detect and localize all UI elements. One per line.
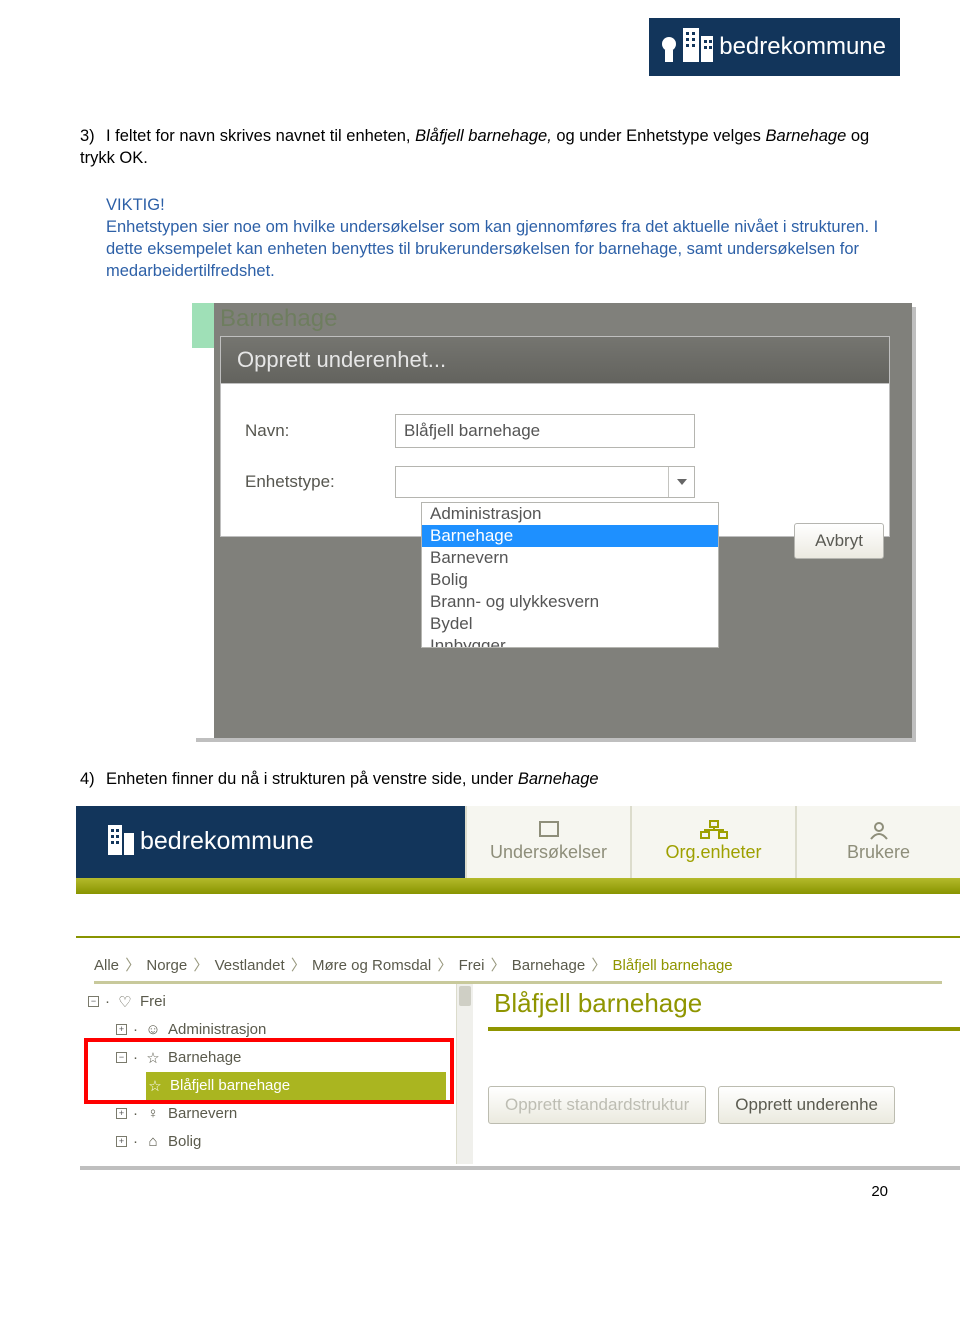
navn-input[interactable]: Blåfjell barnehage bbox=[395, 414, 695, 448]
type-label: Enhetstype: bbox=[245, 472, 395, 492]
crumb-current: Blåfjell barnehage bbox=[613, 957, 733, 974]
instruction-4: 4)Enheten finner du nå i strukturen på v… bbox=[80, 768, 880, 790]
collapse-icon[interactable]: − bbox=[88, 996, 99, 1007]
screenshot-org-structure: bedrekommune Undersøkelser Org.enheter bbox=[76, 806, 960, 1166]
document-icon bbox=[534, 820, 564, 840]
detail-panel: Blåfjell barnehage bbox=[488, 984, 960, 1031]
brand-area: bedrekommune bbox=[76, 806, 465, 878]
app-header: bedrekommune Undersøkelser Org.enheter bbox=[76, 806, 960, 878]
screenshot-edge bbox=[192, 303, 214, 738]
tab-surveys[interactable]: Undersøkelser bbox=[465, 806, 630, 878]
crumb[interactable]: Alle bbox=[94, 957, 119, 974]
user-icon bbox=[864, 820, 894, 840]
breadcrumb: Alle 〉 Norge 〉 Vestlandet 〉 Møre og Roms… bbox=[94, 954, 942, 984]
option-bolig[interactable]: Bolig bbox=[422, 569, 718, 591]
type-select[interactable] bbox=[395, 466, 695, 498]
org-tree: − · ♡ Frei +· ☺ Administrasjon −· ☆ Barn… bbox=[88, 988, 446, 1156]
option-brann[interactable]: Brann- og ulykkesvern bbox=[422, 591, 718, 613]
page-number: 20 bbox=[871, 1183, 888, 1200]
tab-org[interactable]: Org.enheter bbox=[630, 806, 795, 878]
brand-text: bedrekommune bbox=[719, 33, 886, 61]
divider bbox=[76, 936, 960, 938]
tree-item-selected[interactable]: ☆ Blåfjell barnehage bbox=[146, 1072, 446, 1100]
houses-icon bbox=[655, 24, 713, 70]
crumb[interactable]: Norge bbox=[146, 957, 187, 974]
crumb[interactable]: Møre og Romsdal bbox=[312, 957, 431, 974]
tree-item-barnehage[interactable]: −· ☆ Barnehage bbox=[116, 1044, 446, 1072]
create-sub-button[interactable]: Opprett underenhe bbox=[718, 1086, 895, 1124]
type-dropdown[interactable]: Administrasjon Barnehage Barnevern Bolig… bbox=[421, 502, 719, 648]
expand-icon[interactable]: + bbox=[116, 1108, 127, 1119]
create-standard-button[interactable]: Opprett standardstruktur bbox=[488, 1086, 706, 1124]
chevron-right-icon: 〉 bbox=[291, 957, 306, 974]
detail-title: Blåfjell barnehage bbox=[488, 984, 960, 1031]
expand-icon[interactable]: + bbox=[116, 1136, 127, 1147]
tree-item-admin[interactable]: +· ☺ Administrasjon bbox=[116, 1016, 446, 1044]
houses-icon bbox=[84, 819, 134, 865]
chevron-down-icon[interactable] bbox=[668, 467, 694, 497]
shield-icon: ♡ bbox=[116, 993, 134, 1011]
accent-bar bbox=[76, 878, 960, 894]
person-icon: ☺ bbox=[144, 1021, 162, 1038]
option-administrasjon[interactable]: Administrasjon bbox=[422, 503, 718, 525]
chevron-right-icon: 〉 bbox=[491, 957, 506, 974]
screenshot-create-dialog: Barnehage Opprett underenhet... Navn: Bl… bbox=[192, 303, 912, 738]
page-heading-behind: Barnehage bbox=[220, 305, 337, 333]
option-barnevern[interactable]: Barnevern bbox=[422, 547, 718, 569]
main-tabs: Undersøkelser Org.enheter Brukere bbox=[465, 806, 960, 878]
dialog-title: Opprett underenhet... bbox=[221, 337, 889, 384]
instruction-3: 3)I feltet for navn skrives navnet til e… bbox=[80, 125, 880, 170]
tab-users[interactable]: Brukere bbox=[795, 806, 960, 878]
tree-root[interactable]: − · ♡ Frei bbox=[88, 988, 446, 1016]
option-bydel[interactable]: Bydel bbox=[422, 613, 718, 635]
scrollbar[interactable] bbox=[456, 984, 473, 1164]
step-number: 4) bbox=[80, 768, 106, 790]
crumb[interactable]: Barnehage bbox=[512, 957, 585, 974]
important-note: VIKTIG! Enhetstypen sier noe om hvilke u… bbox=[106, 194, 880, 283]
collapse-icon[interactable]: − bbox=[116, 1052, 127, 1063]
expand-icon[interactable]: + bbox=[116, 1024, 127, 1035]
house-icon: ⌂ bbox=[144, 1133, 162, 1150]
star-icon: ☆ bbox=[144, 1049, 162, 1067]
option-innbygger[interactable]: Innbygger bbox=[422, 635, 718, 647]
dialog-panel: Opprett underenhet... Navn: Blåfjell bar… bbox=[220, 336, 890, 537]
navn-label: Navn: bbox=[245, 421, 395, 441]
chevron-right-icon: 〉 bbox=[193, 957, 208, 974]
crumb[interactable]: Frei bbox=[459, 957, 485, 974]
chevron-right-icon: 〉 bbox=[591, 957, 606, 974]
star-icon: ☆ bbox=[146, 1077, 164, 1095]
tree-item-bolig[interactable]: +· ⌂ Bolig bbox=[116, 1128, 446, 1156]
option-barnehage[interactable]: Barnehage bbox=[422, 525, 718, 547]
people-icon: ♀ bbox=[144, 1105, 162, 1122]
chevron-right-icon: 〉 bbox=[437, 957, 452, 974]
org-icon bbox=[699, 820, 729, 840]
crumb[interactable]: Vestlandet bbox=[215, 957, 285, 974]
step-number: 3) bbox=[80, 125, 106, 147]
cancel-button[interactable]: Avbryt bbox=[794, 523, 884, 559]
scrollbar-thumb[interactable] bbox=[459, 986, 471, 1006]
brand-text: bedrekommune bbox=[140, 827, 314, 856]
chevron-right-icon: 〉 bbox=[125, 957, 140, 974]
tree-item-barnevern[interactable]: +· ♀ Barnevern bbox=[116, 1100, 446, 1128]
brand-logo: bedrekommune bbox=[649, 18, 900, 76]
